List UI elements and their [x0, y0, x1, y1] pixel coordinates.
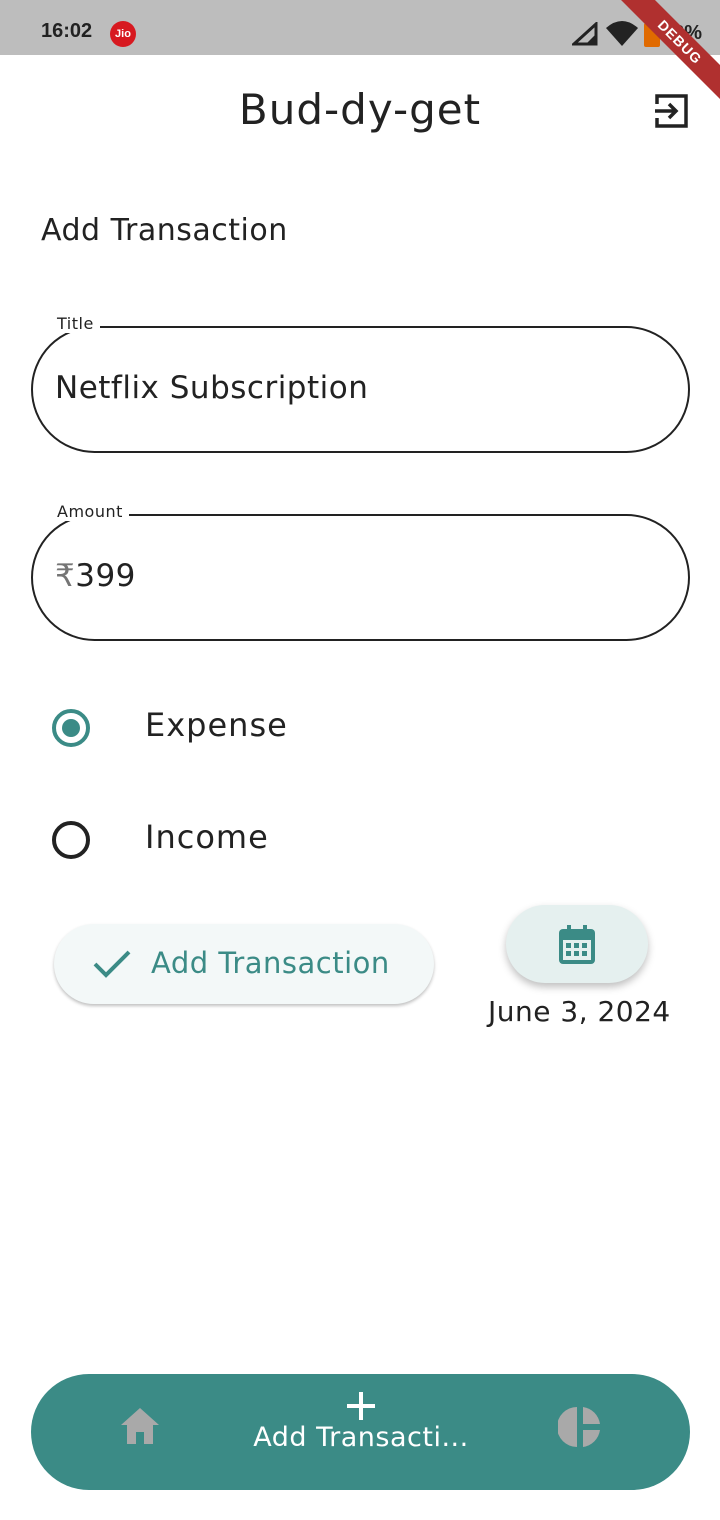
nav-add-transaction[interactable]: Add Transacti... — [231, 1390, 491, 1474]
title-field-label: Title — [51, 314, 100, 333]
amount-field-label: Amount — [51, 502, 129, 521]
add-transaction-button-label: Add Transaction — [151, 946, 390, 980]
home-icon[interactable] — [119, 1406, 161, 1446]
plus-icon — [347, 1392, 375, 1420]
expense-radio[interactable] — [52, 709, 90, 747]
amount-field-value-wrap[interactable]: ₹399 — [55, 558, 136, 594]
section-title: Add Transaction — [41, 213, 288, 248]
nav-add-transaction-label: Add Transacti... — [253, 1422, 469, 1453]
selected-date: June 3, 2024 — [488, 995, 671, 1028]
income-radio[interactable] — [52, 821, 90, 859]
check-icon — [93, 950, 131, 978]
signal-icon — [572, 22, 598, 46]
bottom-nav: Add Transacti... — [31, 1374, 690, 1490]
pie-chart-icon[interactable] — [558, 1405, 602, 1449]
title-field-value[interactable]: Netflix Subscription — [55, 370, 368, 406]
add-transaction-button[interactable]: Add Transaction — [54, 924, 434, 1004]
expense-radio-label[interactable]: Expense — [145, 706, 288, 744]
status-bar: 16:02 Jio 82% DEBUG — [0, 0, 720, 111]
app-title: Bud-dy-get — [238, 85, 482, 134]
carrier-badge: Jio — [110, 21, 136, 47]
status-time: 16:02 — [41, 20, 93, 42]
amount-field[interactable]: Amount ₹399 — [31, 502, 690, 641]
calendar-icon — [559, 925, 595, 964]
income-radio-label[interactable]: Income — [145, 818, 269, 856]
amount-field-value[interactable]: 399 — [75, 558, 136, 594]
currency-prefix: ₹ — [55, 558, 76, 594]
title-field[interactable]: Title Netflix Subscription — [31, 314, 690, 453]
logout-icon[interactable] — [652, 92, 690, 130]
date-picker-button[interactable] — [506, 905, 648, 983]
